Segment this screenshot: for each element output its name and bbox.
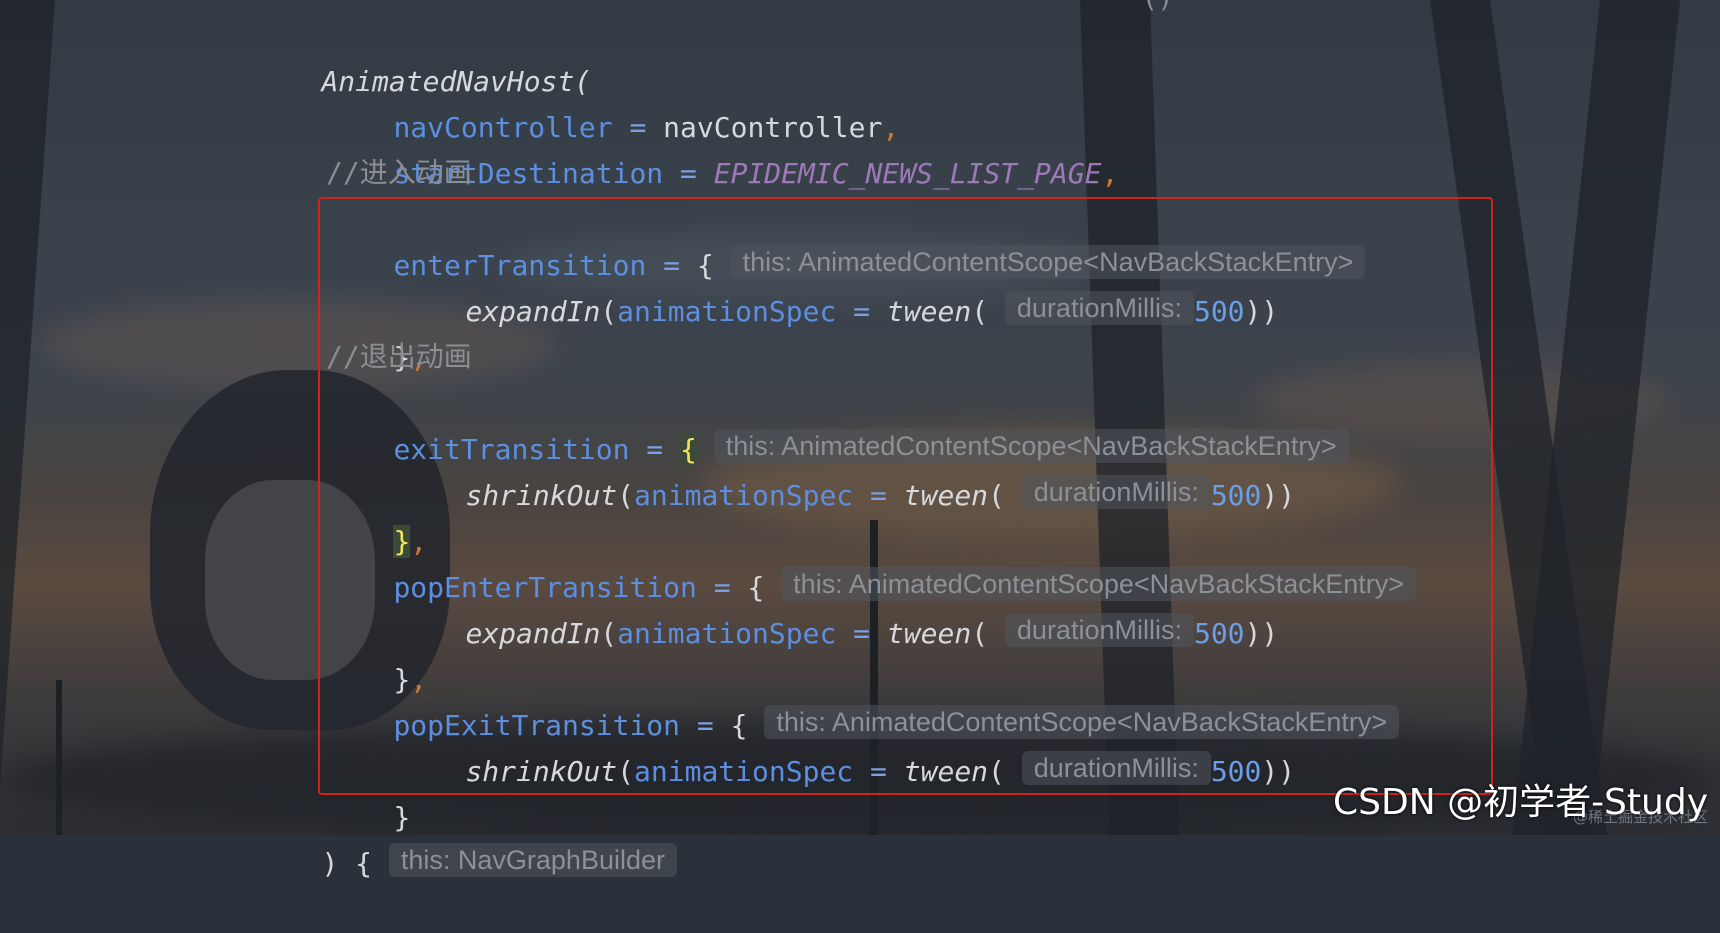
code-line-builder: ) { this: NavGraphBuilder bbox=[254, 795, 677, 880]
code-comment-enter: //进入动画 bbox=[326, 156, 472, 189]
watermark-main: CSDN @初学者-Study bbox=[1332, 782, 1708, 823]
highlight-box bbox=[318, 197, 1493, 795]
code-line-start-destination: startDestination = EPIDEMIC_NEWS_LIST_PA… bbox=[393, 157, 1119, 190]
type-hint: this: NavGraphBuilder bbox=[388, 843, 677, 877]
code-line-nav-controller: navController = navController, bbox=[393, 111, 900, 144]
code-line-host: AnimatedNavHost( bbox=[254, 13, 591, 98]
code-fragment: () bbox=[1142, 0, 1173, 14]
constant-value: EPIDEMIC_NEWS_LIST_PAGE bbox=[713, 157, 1102, 190]
